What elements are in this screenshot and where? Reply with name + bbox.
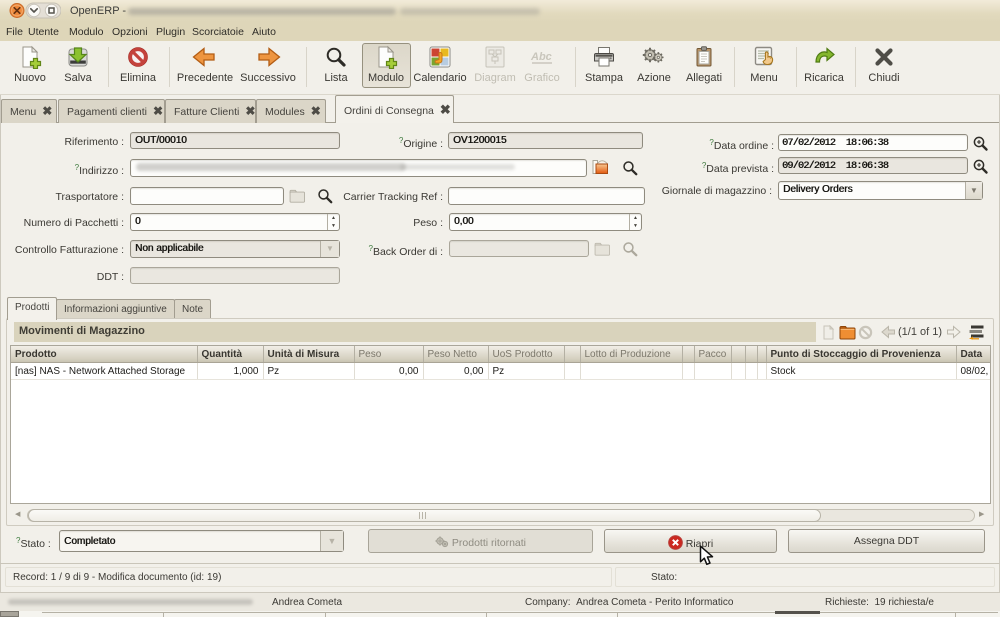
svg-text:Abc: Abc: [530, 51, 552, 63]
